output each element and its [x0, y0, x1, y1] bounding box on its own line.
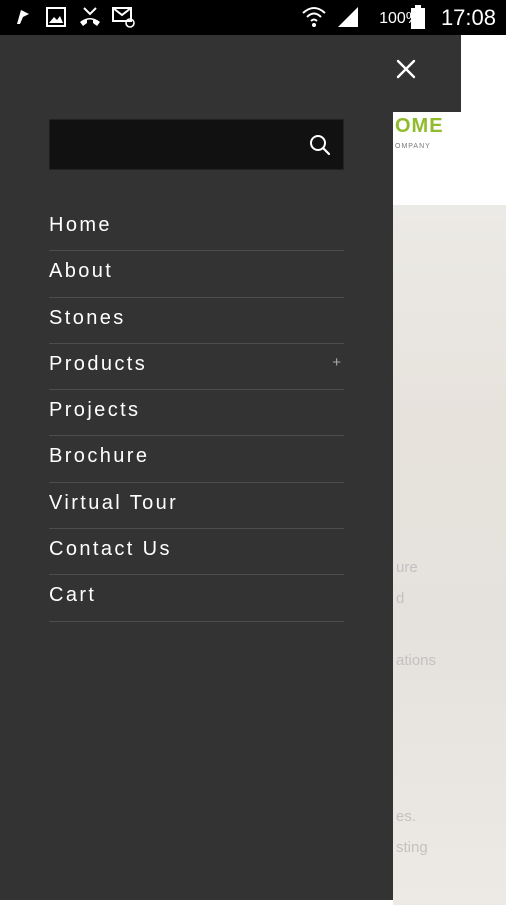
close-icon — [396, 59, 416, 79]
background-text: es. — [396, 808, 417, 825]
missed-call-icon — [80, 7, 100, 26]
status-bar: 100% 17:08 — [0, 0, 506, 35]
menu-item-label: Stones — [49, 306, 126, 329]
drawer-menu: Home About Stones Products + Projects Bro… — [49, 205, 344, 622]
background-hero-image — [393, 205, 506, 905]
menu-item-cart[interactable]: Cart — [49, 575, 344, 622]
clock: 17:08 — [440, 5, 496, 30]
background-text: ations — [396, 652, 437, 669]
email-icon — [112, 7, 135, 28]
menu-item-stones[interactable]: Stones — [49, 298, 344, 344]
expand-plus-icon[interactable]: + — [332, 354, 341, 371]
menu-item-products[interactable]: Products + — [49, 344, 344, 391]
search-icon[interactable] — [309, 134, 331, 156]
menu-item-label: About — [49, 260, 114, 283]
menu-item-label: Projects — [49, 399, 141, 422]
menu-item-label: Cart — [49, 584, 97, 607]
menu-item-brochure[interactable]: Brochure — [49, 436, 344, 483]
menu-item-label: Virtual Tour — [49, 491, 179, 514]
wifi-icon — [302, 7, 326, 27]
menu-item-virtual-tour[interactable]: Virtual Tour — [49, 483, 344, 530]
signal-icon — [338, 7, 358, 27]
background-text: sting — [396, 839, 428, 856]
menu-item-about[interactable]: About — [49, 251, 344, 298]
menu-item-contact-us[interactable]: Contact Us — [49, 529, 344, 576]
search-input[interactable] — [50, 120, 300, 169]
battery-icon — [411, 5, 425, 29]
background-text: d — [396, 590, 405, 607]
background-text: ure — [396, 559, 418, 576]
logo-fragment: OME — [395, 115, 444, 137]
menu-item-label: Home — [49, 214, 112, 236]
notification-flag-icon — [17, 10, 29, 24]
search-box — [49, 119, 344, 170]
menu-item-label: Brochure — [49, 445, 150, 468]
close-drawer-button[interactable] — [393, 52, 419, 86]
background-logo-subtitle: OMPANY — [395, 143, 431, 150]
image-icon — [46, 7, 66, 27]
menu-item-label: Products — [49, 352, 148, 375]
background-logo: OME — [395, 115, 444, 138]
menu-item-projects[interactable]: Projects — [49, 390, 344, 437]
menu-item-label: Contact Us — [49, 538, 172, 561]
menu-item-home[interactable]: Home — [49, 205, 344, 252]
